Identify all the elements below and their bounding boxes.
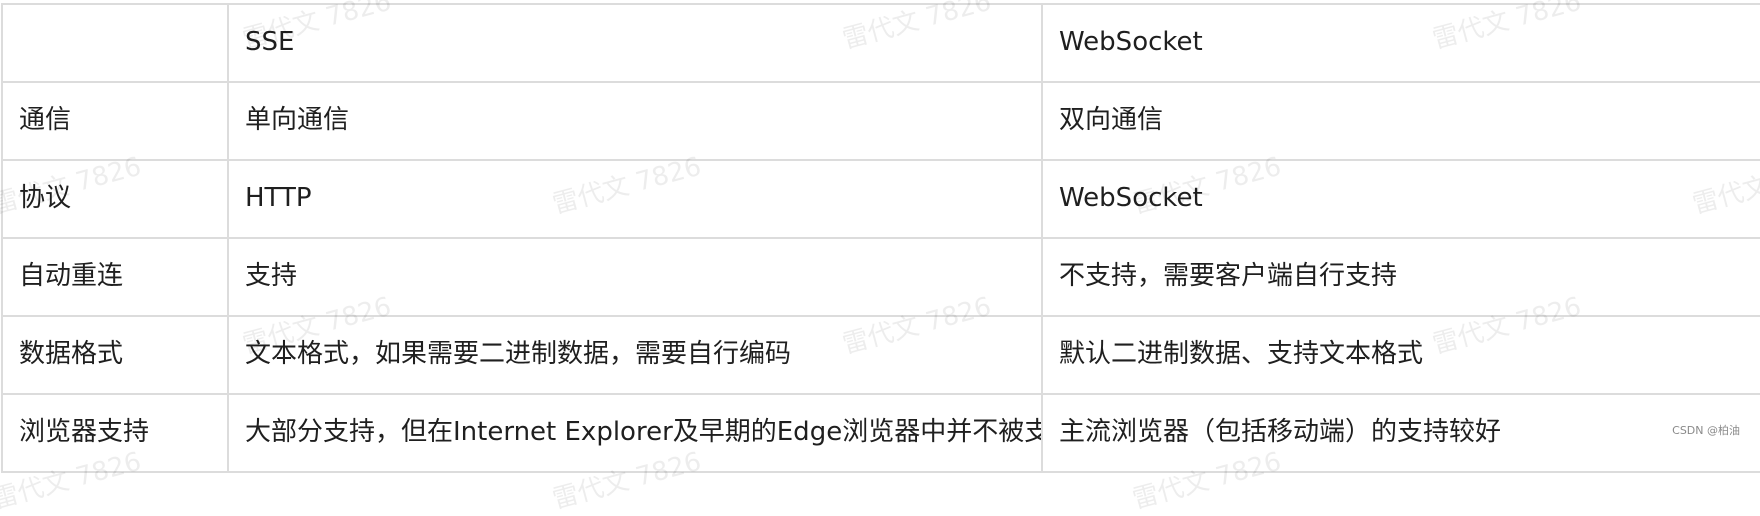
table-row: 数据格式 文本格式，如果需要二进制数据，需要自行编码 默认二进制数据、支持文本格… <box>1 315 1760 395</box>
header-cell-sse: SSE <box>227 3 1043 83</box>
row-label-data-format: 数据格式 <box>1 315 229 395</box>
table-row: 自动重连 支持 不支持，需要客户端自行支持 <box>1 237 1760 317</box>
cell-sse-communication: 单向通信 <box>227 81 1043 161</box>
cell-sse-protocol: HTTP <box>227 159 1043 239</box>
cell-sse-data-format: 文本格式，如果需要二进制数据，需要自行编码 <box>227 315 1043 395</box>
header-cell-websocket: WebSocket <box>1041 3 1760 83</box>
table-row: 协议 HTTP WebSocket <box>1 159 1760 239</box>
table-row: 通信 单向通信 双向通信 <box>1 81 1760 161</box>
cell-sse-browser-support: 大部分支持，但在Internet Explorer及早期的Edge浏览器中并不被… <box>227 393 1043 473</box>
row-label-auto-reconnect: 自动重连 <box>1 237 229 317</box>
cell-websocket-communication: 双向通信 <box>1041 81 1760 161</box>
cell-websocket-browser-support: 主流浏览器（包括移动端）的支持较好 <box>1041 393 1760 473</box>
cell-websocket-protocol: WebSocket <box>1041 159 1760 239</box>
cell-websocket-auto-reconnect: 不支持，需要客户端自行支持 <box>1041 237 1760 317</box>
cell-sse-auto-reconnect: 支持 <box>227 237 1043 317</box>
table-row: 浏览器支持 大部分支持，但在Internet Explorer及早期的Edge浏… <box>1 393 1760 473</box>
table-header-row: SSE WebSocket <box>1 3 1760 83</box>
comparison-table: SSE WebSocket 通信 单向通信 双向通信 协议 HTTP WebSo… <box>1 3 1760 473</box>
row-label-browser-support: 浏览器支持 <box>1 393 229 473</box>
row-label-communication: 通信 <box>1 81 229 161</box>
header-cell-corner <box>1 3 229 83</box>
source-credit: CSDN @柏油 <box>1672 424 1740 437</box>
cell-websocket-data-format: 默认二进制数据、支持文本格式 <box>1041 315 1760 395</box>
row-label-protocol: 协议 <box>1 159 229 239</box>
